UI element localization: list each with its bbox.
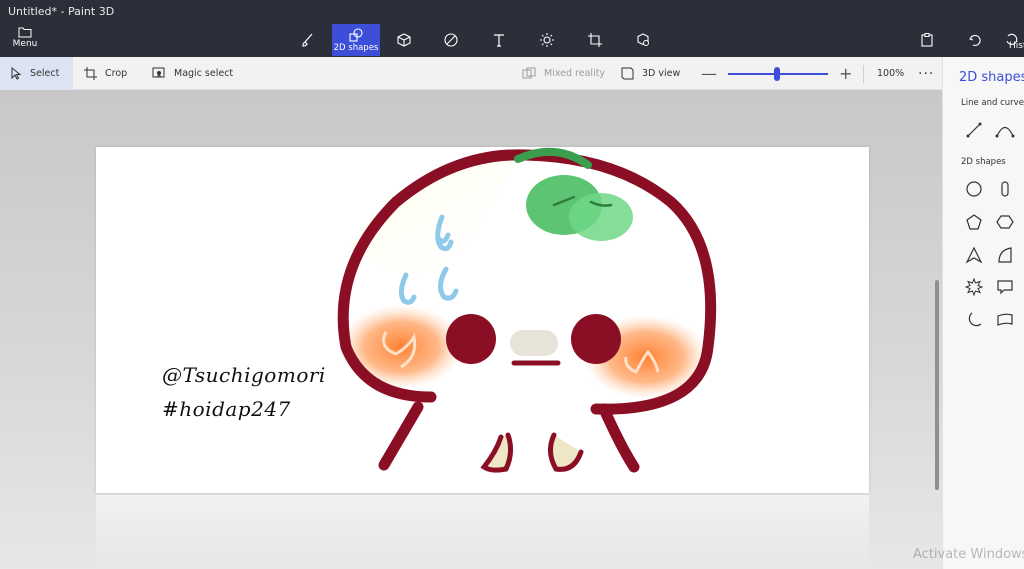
2d-shapes-label: 2D shapes [333, 42, 379, 53]
canvas-reflection [96, 495, 869, 569]
menu-label: Menu [12, 39, 38, 49]
hexagon-shape[interactable] [994, 211, 1016, 233]
brush-icon [302, 33, 313, 47]
triangle-shape[interactable] [963, 244, 985, 266]
3d-view-button[interactable]: 3D view [621, 57, 680, 90]
pentagon-icon [966, 214, 982, 230]
window-title: Untitled* - Paint 3D [8, 5, 115, 18]
left-eye [446, 314, 496, 364]
2d-shapes-heading: 2D shapes [961, 157, 1006, 167]
folder-icon [18, 27, 32, 38]
line-curve-heading: Line and curve [961, 98, 1024, 108]
select-label: Select [30, 68, 60, 79]
secondary-toolbar: Select Crop Magic select Mixed reality 3… [0, 57, 1024, 90]
quarter-icon [998, 247, 1012, 263]
line-shape[interactable] [963, 119, 985, 141]
crescent-shape[interactable] [963, 309, 985, 331]
magic-select-label: Magic select [174, 68, 234, 79]
stickers-tool[interactable] [436, 24, 466, 56]
rounded-rectangle-shape[interactable] [994, 178, 1016, 200]
drawing [337, 147, 717, 473]
cube-icon [397, 33, 411, 47]
signature-line-2: #hoidap247 [162, 397, 291, 421]
curve-icon [995, 126, 1015, 138]
leaf [569, 193, 633, 241]
crop-button[interactable]: Crop [84, 57, 127, 90]
history-label: Hist [1009, 41, 1024, 51]
brushes-tool[interactable] [293, 24, 323, 56]
right-eye [571, 314, 621, 364]
3d-library-tool[interactable] [628, 24, 658, 56]
sticker-icon [444, 33, 458, 47]
more-options-button[interactable]: ··· [918, 57, 934, 90]
zoom-out-button[interactable]: — [701, 57, 717, 90]
speech-bubble-icon [997, 280, 1013, 295]
select-button[interactable]: Select [0, 57, 73, 90]
mixed-reality-icon [522, 67, 536, 79]
hexagon-icon [996, 215, 1014, 229]
text-icon [494, 34, 504, 47]
sweat-drop [438, 266, 459, 301]
divider [863, 65, 864, 83]
canvas-icon [588, 33, 602, 47]
quarter-shape[interactable] [994, 244, 1016, 266]
zoom-in-button[interactable]: + [839, 57, 852, 90]
sun-icon [540, 33, 554, 47]
crop-icon [84, 67, 97, 80]
menu-button[interactable]: Menu [6, 24, 44, 54]
right-leg [598, 403, 640, 473]
cursor-icon [11, 67, 22, 80]
zoom-slider-thumb[interactable] [774, 67, 780, 81]
left-blush [339, 305, 463, 389]
history-button[interactable] [1005, 24, 1024, 56]
circle-icon [966, 181, 982, 197]
right-tooth [548, 432, 584, 472]
panel-title: 2D shapes [959, 70, 1024, 85]
banner-icon [997, 313, 1013, 326]
nose [510, 330, 558, 356]
undo-icon [969, 34, 981, 46]
circle-shape[interactable] [963, 178, 985, 200]
3d-view-label: 3D view [642, 68, 681, 79]
activation-watermark: Activate Windows [913, 547, 1024, 562]
magic-select-button[interactable]: Magic select [152, 57, 233, 90]
sweat-drop [398, 272, 417, 305]
paste-button[interactable] [912, 24, 942, 56]
workspace: @Tsuchigomori #hoidap247 [0, 90, 942, 569]
star-burst-shape[interactable] [963, 276, 985, 298]
canvas-tool[interactable] [580, 24, 610, 56]
line-icon [966, 122, 982, 138]
shapes-panel: 2D shapes Line and curve 2D shapes [942, 57, 1024, 569]
2d-shapes-tool[interactable]: 2D shapes [332, 24, 380, 56]
banner-shape[interactable] [994, 309, 1016, 331]
left-leg [378, 401, 424, 471]
3d-shapes-tool[interactable] [389, 24, 419, 56]
3d-library-icon [637, 33, 649, 46]
crop-label: Crop [105, 68, 128, 79]
triangle-icon [965, 246, 983, 264]
clipboard-icon [921, 33, 933, 47]
3d-view-icon [621, 67, 634, 80]
text-tool[interactable] [484, 24, 514, 56]
title-toolbar: Untitled* - Paint 3D Menu 2D shapes Hist [0, 0, 1024, 57]
signature-line-1: @Tsuchigomori [162, 363, 326, 387]
drawing-canvas[interactable]: @Tsuchigomori #hoidap247 [96, 147, 869, 493]
magic-select-icon [152, 67, 165, 78]
curve-shape[interactable] [994, 119, 1016, 141]
2d-shapes-icon [349, 27, 363, 42]
starburst-icon [965, 278, 983, 296]
pentagon-shape[interactable] [963, 211, 985, 233]
zoom-value[interactable]: 100% [877, 57, 904, 90]
speech-bubble-shape[interactable] [994, 276, 1016, 298]
moon-icon [968, 312, 982, 327]
mixed-reality-label: Mixed reality [544, 68, 606, 79]
effects-tool[interactable] [532, 24, 562, 56]
rounded-rectangle-icon [1001, 181, 1009, 197]
undo-button[interactable] [960, 24, 990, 56]
left-tooth [480, 432, 514, 473]
vertical-scrollbar[interactable] [935, 280, 939, 490]
mixed-reality-button[interactable]: Mixed reality [522, 57, 605, 90]
